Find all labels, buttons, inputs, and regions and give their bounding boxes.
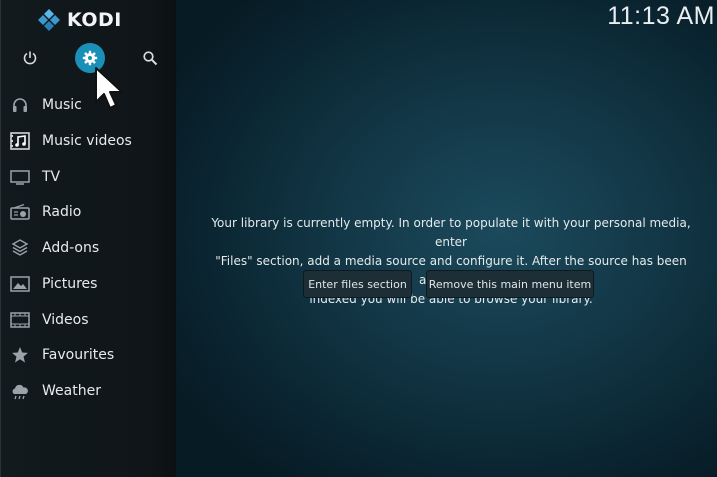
clock: 11:13 AM xyxy=(607,2,715,30)
search-button[interactable] xyxy=(135,43,165,73)
message-line: Your library is currently empty. In orde… xyxy=(211,216,691,249)
enter-files-section-button[interactable]: Enter files section xyxy=(304,271,411,297)
sidebar: KODI Music Music videos TV Radio Add-ons… xyxy=(0,0,176,477)
power-button[interactable] xyxy=(15,43,45,73)
remove-menu-item-button[interactable]: Remove this main menu item xyxy=(427,271,593,297)
menu-item-add-ons[interactable]: Add-ons xyxy=(1,231,177,265)
search-icon xyxy=(143,51,158,66)
power-icon xyxy=(23,51,37,65)
menu-item-favourites[interactable]: Favourites xyxy=(1,338,177,372)
menu-item-label: TV xyxy=(42,169,61,185)
menu-item-label: Favourites xyxy=(42,347,115,363)
menu-item-label: Music xyxy=(42,97,82,113)
music-video-icon xyxy=(10,131,30,151)
menu-item-music[interactable]: Music xyxy=(1,88,177,122)
radio-icon xyxy=(10,202,30,222)
menu-item-label: Add-ons xyxy=(42,240,100,256)
menu-item-weather[interactable]: Weather xyxy=(1,374,177,408)
menu-item-radio[interactable]: Radio xyxy=(1,195,177,229)
menu-item-pictures[interactable]: Pictures xyxy=(1,267,177,301)
film-strip-icon xyxy=(10,310,30,330)
menu-item-label: Music videos xyxy=(42,133,132,149)
picture-icon xyxy=(10,274,30,294)
menu-item-label: Videos xyxy=(42,312,89,328)
cloud-icon xyxy=(10,381,30,401)
kodi-logo-icon xyxy=(38,9,60,31)
menu-item-label: Pictures xyxy=(42,276,98,292)
menu-item-label: Radio xyxy=(42,204,82,220)
app-name: KODI xyxy=(67,9,122,31)
gear-icon xyxy=(82,50,98,66)
kodi-logo: KODI xyxy=(37,9,122,31)
menu-item-label: Weather xyxy=(42,383,101,399)
star-icon xyxy=(10,345,30,365)
menu-item-music-videos[interactable]: Music videos xyxy=(1,124,177,158)
menu-item-tv[interactable]: TV xyxy=(1,160,177,194)
tv-icon xyxy=(10,167,30,187)
headphones-icon xyxy=(10,95,30,115)
menu-item-videos[interactable]: Videos xyxy=(1,303,177,337)
mouse-pointer-icon xyxy=(95,67,123,109)
addons-box-icon xyxy=(10,238,30,258)
